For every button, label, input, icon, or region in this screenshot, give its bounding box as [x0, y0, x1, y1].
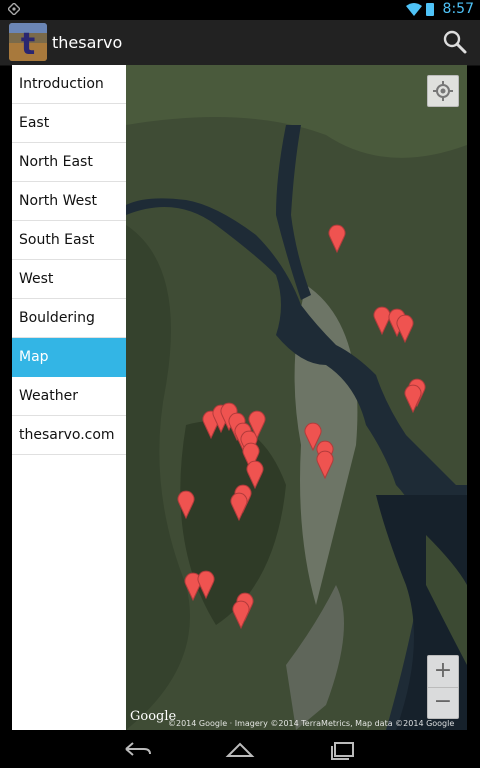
- zoom-in-button[interactable]: +: [428, 656, 458, 688]
- my-location-button[interactable]: [427, 75, 459, 107]
- system-nav-bar: [0, 730, 480, 768]
- search-icon[interactable]: [442, 29, 468, 55]
- nav-item-weather[interactable]: Weather: [12, 377, 126, 416]
- nav-item-north-west[interactable]: North West: [12, 182, 126, 221]
- nav-item-bouldering[interactable]: Bouldering: [12, 299, 126, 338]
- map-marker[interactable]: [177, 489, 195, 519]
- recents-icon[interactable]: [328, 738, 358, 760]
- map-marker[interactable]: [197, 569, 215, 599]
- nav-item-west[interactable]: West: [12, 260, 126, 299]
- home-icon[interactable]: [225, 738, 255, 760]
- map-marker[interactable]: [404, 383, 422, 413]
- status-bar: 8:57: [0, 0, 480, 20]
- nav-item-east[interactable]: East: [12, 104, 126, 143]
- nav-item-introduction[interactable]: Introduction: [12, 65, 126, 104]
- map-marker[interactable]: [232, 599, 250, 629]
- battery-icon: [426, 3, 434, 16]
- action-bar: t thesarvo: [0, 20, 480, 66]
- map-marker[interactable]: [248, 409, 266, 439]
- app-logo[interactable]: t: [9, 23, 47, 61]
- zoom-controls: + −: [427, 655, 459, 719]
- map-marker[interactable]: [230, 491, 248, 521]
- map-marker[interactable]: [328, 223, 346, 253]
- app-title: thesarvo: [52, 33, 123, 52]
- nav-item-south-east[interactable]: South East: [12, 221, 126, 260]
- zoom-out-button[interactable]: −: [428, 687, 458, 718]
- nav-item-thesarvo-com[interactable]: thesarvo.com: [12, 416, 126, 455]
- location-diamond-icon: [8, 3, 20, 15]
- app-logo-letter: t: [21, 27, 35, 61]
- map-marker[interactable]: [396, 313, 414, 343]
- map-attribution: ©2014 Google · Imagery ©2014 TerraMetric…: [168, 719, 455, 728]
- status-time: 8:57: [442, 1, 474, 17]
- wifi-icon: [406, 3, 422, 16]
- satellite-map[interactable]: + − Google ©2014 Google · Imagery ©2014 …: [126, 65, 467, 730]
- back-icon[interactable]: [122, 738, 152, 760]
- map-marker[interactable]: [316, 449, 334, 479]
- nav-drawer: Introduction East North East North West …: [12, 65, 126, 730]
- nav-item-north-east[interactable]: North East: [12, 143, 126, 182]
- nav-item-map[interactable]: Map: [12, 338, 126, 377]
